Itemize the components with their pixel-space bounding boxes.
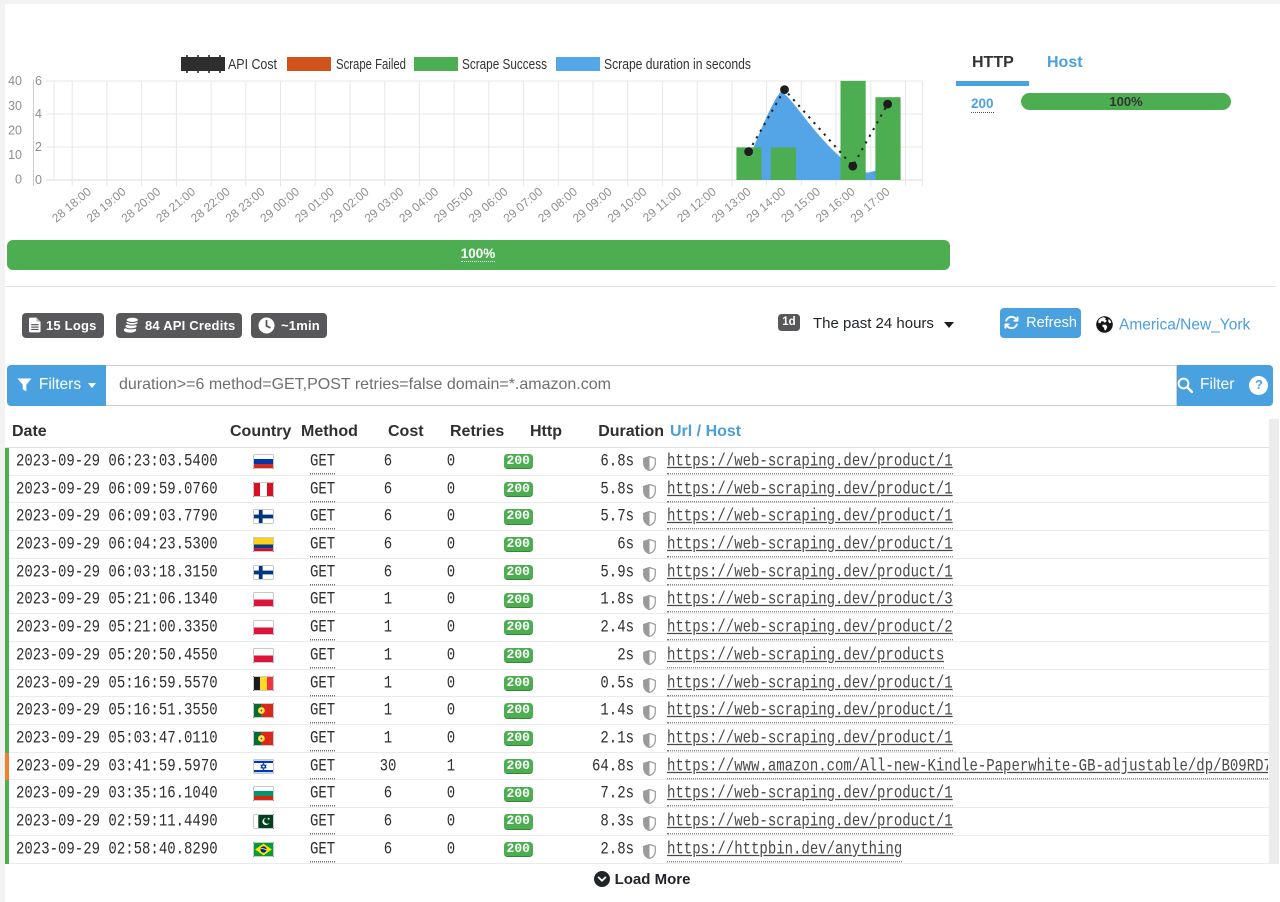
svg-text:Scrape Failed: Scrape Failed [336, 57, 406, 73]
svg-text:4: 4 [35, 107, 42, 121]
svg-text:10: 10 [8, 148, 22, 162]
svg-text:0: 0 [35, 173, 42, 187]
svg-text:2: 2 [35, 140, 42, 154]
svg-text:30: 30 [8, 99, 22, 113]
svg-text:Scrape Success: Scrape Success [462, 57, 547, 73]
svg-text:0: 0 [15, 173, 22, 187]
svg-text:40: 40 [8, 74, 22, 88]
svg-text:6: 6 [35, 74, 42, 88]
svg-text:29 10:00: 29 10:00 [605, 184, 650, 225]
svg-text:20: 20 [8, 123, 22, 137]
svg-text:API Cost: API Cost [228, 57, 277, 73]
svg-text:29 17:00: 29 17:00 [848, 184, 893, 225]
svg-text:Scrape duration in seconds: Scrape duration in seconds [604, 57, 751, 73]
